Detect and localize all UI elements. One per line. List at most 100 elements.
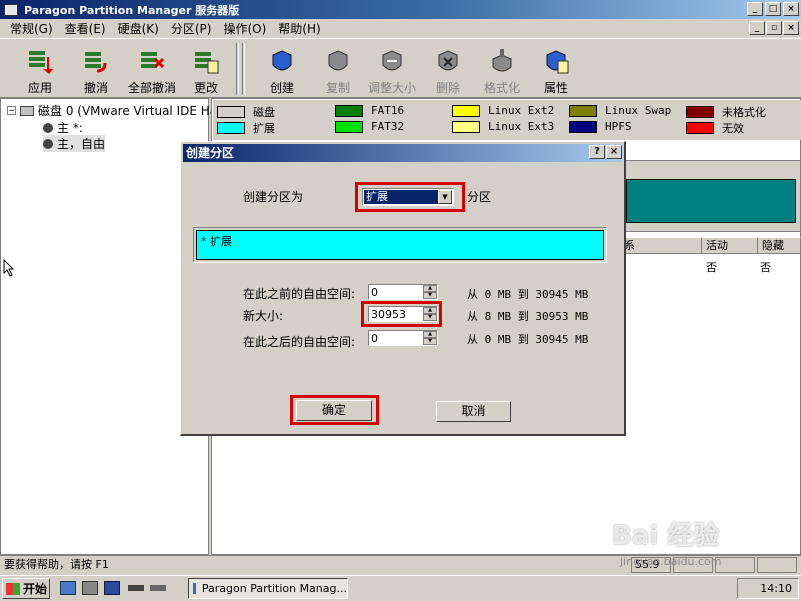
menu-disk[interactable]: 硬盘(K) <box>112 20 165 37</box>
close-button[interactable]: × <box>783 2 799 16</box>
menu-view[interactable]: 查看(E) <box>59 20 112 37</box>
column-header-active[interactable]: 活动 <box>702 237 758 254</box>
properties-button[interactable]: 属性 <box>528 43 584 95</box>
undo-button[interactable]: 撤消 <box>68 43 124 95</box>
tree-collapse-icon[interactable]: − <box>7 106 16 115</box>
system-tray: 14:10 <box>737 578 799 599</box>
app-icon <box>193 583 196 594</box>
legend-item: Linux Ext2 <box>452 104 554 117</box>
tree-partition-item[interactable]: 主，自由 <box>43 135 106 152</box>
drive-small-icon[interactable] <box>128 585 144 591</box>
spin-up-icon[interactable]: ▲ <box>423 331 437 338</box>
legend-item: FAT16 <box>335 104 404 117</box>
free-before-input[interactable]: 0 ▲ ▼ <box>368 284 438 300</box>
window-title: Paragon Partition Manager 服务器版 <box>24 3 240 17</box>
dialog-close-button[interactable]: × <box>606 145 622 159</box>
tree-partition-label: 主，自由 <box>57 137 106 151</box>
free-after-label: 在此之后的自由空间: <box>243 335 356 349</box>
menu-general[interactable]: 常规(G) <box>4 20 59 37</box>
column-header-hidden[interactable]: 隐藏 <box>758 237 801 254</box>
free-after-input[interactable]: 0 ▲ ▼ <box>368 330 438 346</box>
spin-up-icon[interactable]: ▲ <box>423 285 437 292</box>
copy-button[interactable]: 复制 <box>310 43 366 95</box>
save-icon[interactable] <box>104 581 120 595</box>
cell-active: 否 <box>706 261 717 274</box>
color-legend: 磁盘 扩展 FAT16 FAT32 Linux Ext2 Linux Ext3 … <box>213 100 801 140</box>
maximize-button[interactable]: □ <box>765 2 781 16</box>
create-button[interactable]: 创建 <box>254 43 310 95</box>
status-help-text: 要获得帮助，请按 F1 <box>4 558 109 571</box>
start-label: 开始 <box>23 582 48 596</box>
drive-icon[interactable] <box>82 581 98 595</box>
task-label: Paragon Partition Manag... <box>201 582 347 595</box>
mdi-close-button[interactable]: × <box>783 21 799 35</box>
help-button[interactable]: ? <box>589 145 605 159</box>
status-cell <box>757 557 797 573</box>
preview-text: * 扩展 <box>196 230 604 260</box>
format-button[interactable]: 格式化 <box>474 43 530 95</box>
undo-all-button[interactable]: 全部撤消 <box>122 43 182 95</box>
cell-hidden: 否 <box>760 261 771 274</box>
menu-help[interactable]: 帮助(H) <box>272 20 326 37</box>
menu-partition[interactable]: 分区(P) <box>165 20 218 37</box>
spin-down-icon[interactable]: ▼ <box>423 338 437 345</box>
resize-button[interactable]: 调整大小 <box>362 43 422 95</box>
format-icon <box>489 49 515 75</box>
undo-all-icon <box>139 49 165 75</box>
format-label: 格式化 <box>483 81 520 95</box>
cancel-button[interactable]: 取消 <box>436 401 511 422</box>
menu-operations[interactable]: 操作(O) <box>217 20 272 37</box>
highlight-box <box>355 182 465 212</box>
apply-icon <box>27 49 53 75</box>
legend-item: Linux Ext3 <box>452 120 554 133</box>
legend-item: HPFS <box>569 120 632 133</box>
window-titlebar: Paragon Partition Manager 服务器版 _ □ × <box>0 0 801 19</box>
legend-item: Linux Swap <box>569 104 671 117</box>
folder-icon[interactable] <box>60 581 76 595</box>
partition-icon <box>43 138 53 149</box>
disk-tree-panel: − 磁盘 0 (VMware Virtual IDE Hard 主 *: 主，自… <box>0 98 229 555</box>
tree-partition-item[interactable]: 主 *: <box>43 119 83 136</box>
extended-partition-bar[interactable] <box>626 179 796 223</box>
drive-small-icon[interactable] <box>150 585 166 591</box>
tree-disk-node[interactable]: − 磁盘 0 (VMware Virtual IDE Hard <box>7 102 229 119</box>
mdi-restore-button[interactable]: ▫ <box>766 21 782 35</box>
toolbar: 应用 撤消 全部撤消 更改 创建 复制 调整大小 删除 格式化 属性 <box>0 38 801 98</box>
minimize-button[interactable]: _ <box>747 2 763 16</box>
windows-flag-icon <box>6 582 20 595</box>
mdi-minimize-button[interactable]: _ <box>749 21 765 35</box>
copy-label: 复制 <box>325 81 350 95</box>
watermark-logo: Bai 经验 <box>612 521 720 551</box>
changes-button[interactable]: 更改 <box>178 43 234 95</box>
start-button[interactable]: 开始 <box>2 578 50 599</box>
legend-item: 无效 <box>686 120 744 136</box>
properties-icon <box>543 49 569 75</box>
app-icon <box>4 3 18 16</box>
partition-preview: * 扩展 <box>193 227 607 263</box>
create-as-label: 创建分区为 <box>243 190 304 204</box>
menu-bar: 常规(G) 查看(E) 硬盘(K) 分区(P) 操作(O) 帮助(H) <box>0 19 801 38</box>
delete-icon <box>435 49 461 75</box>
undo-label: 撤消 <box>83 81 108 95</box>
clock[interactable]: 14:10 <box>760 582 792 595</box>
free-before-range: 从 0 MB 到 30945 MB <box>467 288 589 301</box>
undo-all-label: 全部撤消 <box>127 81 176 95</box>
properties-label: 属性 <box>543 81 568 95</box>
create-icon <box>269 49 295 75</box>
resize-label: 调整大小 <box>367 81 416 95</box>
changes-label: 更改 <box>193 81 218 95</box>
apply-button[interactable]: 应用 <box>12 43 68 95</box>
disk-icon <box>20 105 34 116</box>
delete-button[interactable]: 删除 <box>420 43 476 95</box>
spin-down-icon[interactable]: ▼ <box>423 292 437 299</box>
tree-disk-label: 磁盘 0 (VMware Virtual IDE Hard <box>38 104 230 118</box>
column-header[interactable]: 系 <box>620 237 702 254</box>
free-after-range: 从 0 MB 到 30945 MB <box>467 333 589 346</box>
task-paragon[interactable]: Paragon Partition Manag... <box>188 578 348 599</box>
copy-icon <box>325 49 351 75</box>
create-label: 创建 <box>269 81 294 95</box>
partition-icon <box>43 122 53 133</box>
new-size-label: 新大小: <box>243 309 284 323</box>
dialog-title: 创建分区 <box>186 146 235 160</box>
taskbar: 开始 Paragon Partition Manag... 14:10 <box>0 575 801 601</box>
